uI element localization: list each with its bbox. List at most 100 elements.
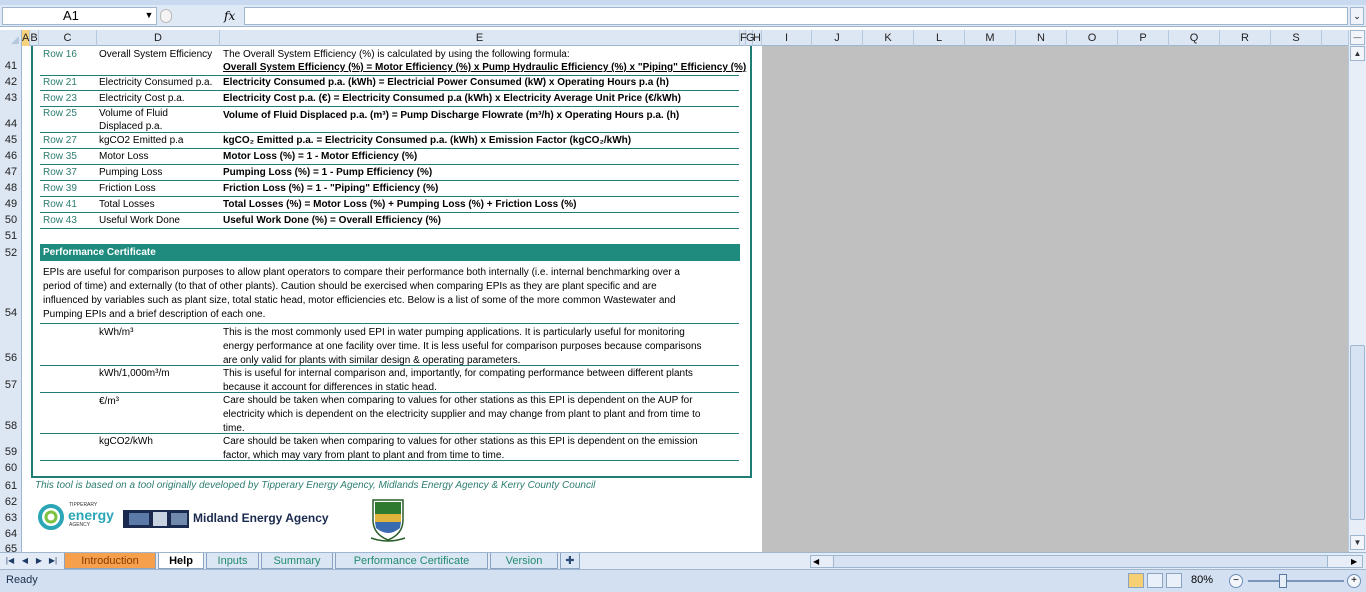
normal-view-icon[interactable]	[1128, 573, 1144, 588]
row-header-43[interactable]: 43	[0, 92, 22, 104]
column-header-d[interactable]: D	[97, 30, 220, 46]
row-header-60[interactable]: 60	[0, 462, 22, 474]
scroll-up-icon[interactable]: ▲	[1350, 46, 1365, 61]
expand-formula-bar-icon[interactable]: ⌄	[1350, 7, 1364, 25]
zoom-slider[interactable]	[1248, 580, 1344, 582]
vertical-scroll-thumb[interactable]	[1350, 345, 1365, 520]
row-header-48[interactable]: 48	[0, 182, 22, 194]
page-layout-view-icon[interactable]	[1147, 573, 1163, 588]
row-header: 41 42 43 44 45 46 47 48 49 50 51 52 54 5…	[0, 46, 22, 555]
divider	[40, 433, 739, 434]
row-header-52[interactable]: 52	[0, 247, 22, 259]
row-header-41[interactable]: 41	[0, 60, 22, 72]
horizontal-scroll-thumb[interactable]	[833, 556, 1328, 567]
divider	[40, 132, 739, 133]
column-header-k[interactable]: K	[863, 30, 914, 46]
row-header-42[interactable]: 42	[0, 76, 22, 88]
column-header-o[interactable]: O	[1067, 30, 1118, 46]
column-header-n[interactable]: N	[1016, 30, 1067, 46]
divider	[40, 164, 739, 165]
chevron-down-icon[interactable]: ▼	[143, 8, 155, 22]
scroll-left-icon[interactable]: ◀	[813, 556, 819, 567]
item-label: Total Losses	[99, 199, 155, 210]
row-header-63[interactable]: 63	[0, 512, 22, 524]
column-header-q[interactable]: Q	[1169, 30, 1220, 46]
column-header-c[interactable]: C	[39, 30, 97, 46]
epi-intro-line: Pumping EPIs and a brief description of …	[43, 309, 266, 320]
insert-function-icon[interactable]: fx	[224, 7, 235, 25]
insert-sheet-icon[interactable]: ✚	[560, 553, 580, 569]
column-header-s[interactable]: S	[1271, 30, 1322, 46]
divider	[40, 323, 739, 324]
tab-help[interactable]: Help	[158, 553, 204, 569]
scroll-down-icon[interactable]: ▼	[1350, 535, 1365, 550]
row-header-62[interactable]: 62	[0, 496, 22, 508]
column-header-r[interactable]: R	[1220, 30, 1271, 46]
column-header-h[interactable]: H	[753, 30, 762, 46]
epi-intro-line: influenced by variables such as plant si…	[43, 295, 676, 306]
column-header-i[interactable]: I	[762, 30, 812, 46]
formula-input[interactable]	[244, 7, 1348, 25]
row-header-58[interactable]: 58	[0, 420, 22, 432]
column-header-e[interactable]: E	[220, 30, 740, 46]
first-sheet-icon[interactable]: |◀	[4, 555, 16, 567]
tab-introduction[interactable]: Introduction	[64, 553, 156, 569]
row-header-46[interactable]: 46	[0, 150, 22, 162]
row-header-44[interactable]: 44	[0, 118, 22, 130]
page-break-view-icon[interactable]	[1166, 573, 1182, 588]
epi-name: kWh/m³	[99, 327, 134, 338]
row-header-54[interactable]: 54	[0, 307, 22, 319]
column-header-j[interactable]: J	[812, 30, 863, 46]
row-header-59[interactable]: 59	[0, 446, 22, 458]
column-header-l[interactable]: L	[914, 30, 965, 46]
prev-sheet-icon[interactable]: ◀	[19, 555, 31, 567]
worksheet-grid[interactable]: Row 16 Overall System Efficiency The Ove…	[22, 46, 762, 552]
column-header-m[interactable]: M	[965, 30, 1016, 46]
column-header-p[interactable]: P	[1118, 30, 1169, 46]
formula-cancel-icon[interactable]	[160, 9, 172, 23]
last-sheet-icon[interactable]: ▶|	[47, 555, 59, 567]
tab-version[interactable]: Version	[490, 553, 558, 569]
next-sheet-icon[interactable]: ▶	[33, 555, 45, 567]
epi-desc-line: Care should be taken when comparing to v…	[223, 395, 693, 406]
divider	[40, 180, 739, 181]
tab-performance-certificate[interactable]: Performance Certificate	[335, 553, 488, 569]
column-header-g[interactable]: G	[746, 30, 755, 46]
formula-desc: kgCO₂ Emitted p.a. = Electricity Consume…	[223, 135, 632, 146]
zoom-out-icon[interactable]: −	[1229, 574, 1243, 588]
formula-desc: Motor Loss (%) = 1 - Motor Efficiency (%…	[223, 151, 418, 162]
energy-logo-text: energy	[68, 507, 114, 523]
tipperary-energy-logo: TIPPERARY energy AGENCY	[38, 501, 118, 533]
select-all-button[interactable]	[0, 30, 22, 46]
zoom-slider-thumb[interactable]	[1279, 574, 1287, 588]
row-header-45[interactable]: 45	[0, 134, 22, 146]
split-box-icon[interactable]: —	[1350, 30, 1365, 45]
empty-sheet-area[interactable]	[762, 46, 1348, 552]
row-header-51[interactable]: 51	[0, 230, 22, 242]
row-header-57[interactable]: 57	[0, 379, 22, 391]
performance-certificate-header: Performance Certificate	[40, 244, 740, 261]
epi-desc-line: Care should be taken when comparing to v…	[223, 436, 698, 447]
row-header-56[interactable]: 56	[0, 352, 22, 364]
divider	[40, 392, 739, 393]
divider	[40, 365, 739, 366]
row-header-47[interactable]: 47	[0, 166, 22, 178]
name-box[interactable]: A1	[2, 7, 157, 25]
column-header-a[interactable]: A	[22, 30, 30, 46]
row-header-61[interactable]: 61	[0, 480, 22, 492]
horizontal-scrollbar[interactable]: ◀ ▶	[810, 555, 1363, 568]
item-label: Motor Loss	[99, 151, 149, 162]
scroll-right-icon[interactable]: ▶	[1351, 556, 1357, 567]
row-header-50[interactable]: 50	[0, 214, 22, 226]
zoom-in-icon[interactable]: +	[1347, 574, 1361, 588]
divider	[40, 228, 739, 229]
row-header-49[interactable]: 49	[0, 198, 22, 210]
tab-inputs[interactable]: Inputs	[206, 553, 259, 569]
row-header-64[interactable]: 64	[0, 528, 22, 540]
epi-desc-line: This is useful for internal comparison a…	[223, 368, 693, 379]
tab-summary[interactable]: Summary	[261, 553, 333, 569]
vertical-scrollbar[interactable]: — ▲ ▼	[1348, 30, 1366, 552]
zoom-level[interactable]: 80%	[1191, 574, 1213, 586]
column-header-b[interactable]: B	[30, 30, 39, 46]
sheet-tab-bar: |◀ ◀ ▶ ▶| Introduction Help Inputs Summa…	[0, 552, 1366, 569]
